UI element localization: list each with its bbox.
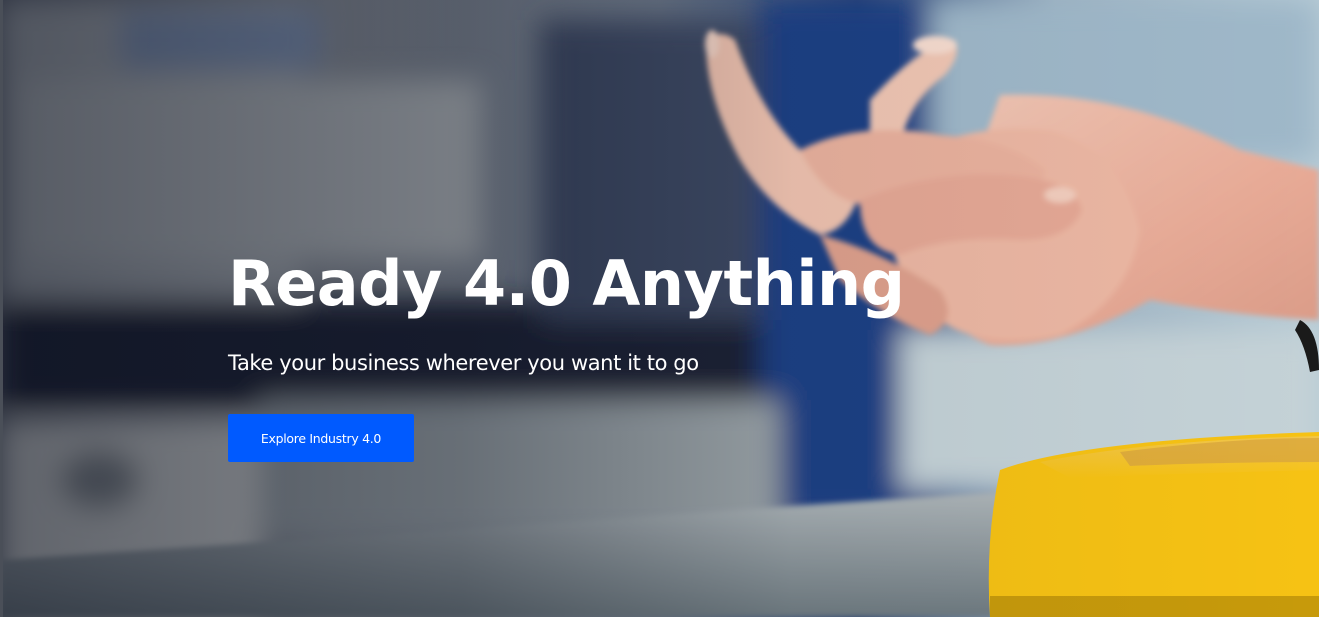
hero-banner: Ready 4.0 Anything Take your business wh… <box>0 0 1319 617</box>
left-edge-divider <box>0 0 3 617</box>
hero-subheadline: Take your business wherever you want it … <box>228 351 699 375</box>
explore-industry-button[interactable]: Explore Industry 4.0 <box>228 414 414 462</box>
hero-headline: Ready 4.0 Anything <box>228 247 905 320</box>
hero-content: Ready 4.0 Anything Take your business wh… <box>228 244 928 462</box>
